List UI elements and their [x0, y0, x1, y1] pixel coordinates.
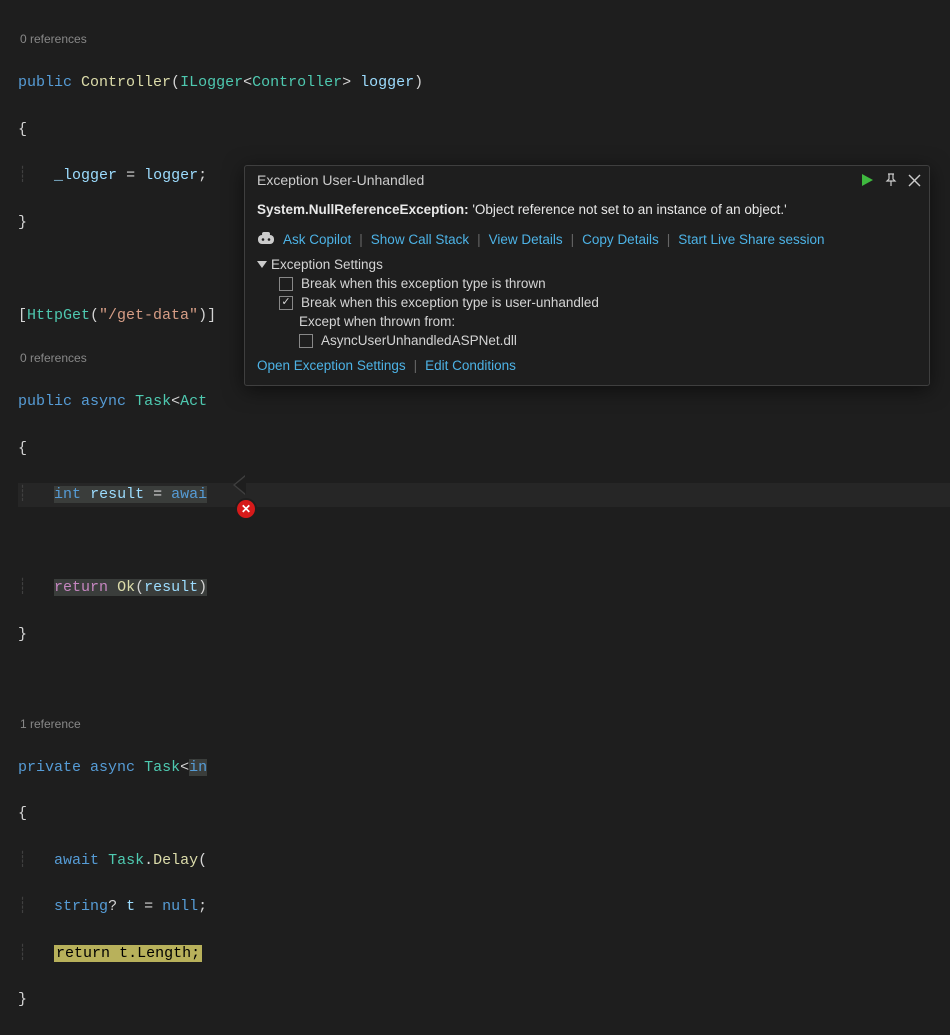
exception-helper-popup: Exception User-Unhandled System.NullRefe…: [244, 165, 930, 386]
copilot-icon: [257, 231, 275, 247]
exception-error-icon: ✕: [237, 500, 255, 518]
break-when-user-unhandled-label: Break when this exception type is user-u…: [301, 295, 599, 310]
open-exception-settings-link[interactable]: Open Exception Settings: [257, 358, 406, 373]
except-item-label: AsyncUserUnhandledASPNet.dll: [321, 333, 517, 348]
code-line: public async Task<Act: [18, 390, 950, 413]
break-when-user-unhandled-checkbox[interactable]: [279, 296, 293, 310]
except-when-thrown-label: Except when thrown from:: [257, 312, 917, 331]
start-live-share-link[interactable]: Start Live Share session: [678, 232, 824, 247]
popup-tail-inner: [235, 476, 246, 494]
break-when-thrown-row[interactable]: Break when this exception type is thrown: [257, 274, 917, 293]
codelens-references[interactable]: 1 reference: [18, 716, 950, 733]
code-line: ┊ string? t = null;: [18, 895, 950, 918]
view-details-link[interactable]: View Details: [489, 232, 563, 247]
ask-copilot-link[interactable]: Ask Copilot: [283, 232, 351, 247]
codelens-references[interactable]: 0 references: [18, 31, 950, 48]
show-call-stack-link[interactable]: Show Call Stack: [371, 232, 469, 247]
popup-header: Exception User-Unhandled: [245, 166, 929, 192]
code-line: {: [18, 437, 950, 460]
code-line: {: [18, 802, 950, 825]
break-when-thrown-checkbox[interactable]: [279, 277, 293, 291]
copy-details-link[interactable]: Copy Details: [582, 232, 659, 247]
break-when-user-unhandled-row[interactable]: Break when this exception type is user-u…: [257, 293, 917, 312]
pin-icon[interactable]: [884, 173, 898, 187]
continue-button[interactable]: [860, 173, 874, 187]
edit-conditions-link[interactable]: Edit Conditions: [425, 358, 516, 373]
code-line: ┊ await Task.Delay(: [18, 849, 950, 872]
code-line-current-break: ┊ return t.Length;: [18, 942, 950, 965]
except-item-checkbox[interactable]: [299, 334, 313, 348]
code-line: [18, 530, 950, 553]
code-line: }: [18, 988, 950, 1011]
popup-footer: Open Exception Settings | Edit Condition…: [245, 352, 929, 375]
exception-message: System.NullReferenceException: 'Object r…: [245, 192, 929, 229]
code-line: {: [18, 118, 950, 141]
popup-action-bar: Ask Copilot | Show Call Stack | View Det…: [245, 229, 929, 255]
code-editor[interactable]: 0 references public Controller(ILogger<C…: [0, 0, 950, 1035]
code-line: ┊ return Ok(result): [18, 576, 950, 599]
code-line: }: [18, 623, 950, 646]
break-when-thrown-label: Break when this exception type is thrown: [301, 276, 546, 291]
code-line: public Controller(ILogger<Controller> lo…: [18, 71, 950, 94]
code-line: [18, 669, 950, 692]
code-line: private async Task<in: [18, 756, 950, 779]
exception-settings-header[interactable]: Exception Settings: [257, 257, 917, 274]
close-icon[interactable]: [908, 174, 921, 187]
popup-title: Exception User-Unhandled: [257, 172, 860, 188]
code-line: ┊ int result = awai: [18, 483, 950, 506]
except-item-row[interactable]: AsyncUserUnhandledASPNet.dll: [257, 331, 917, 350]
chevron-down-icon: [257, 261, 267, 268]
